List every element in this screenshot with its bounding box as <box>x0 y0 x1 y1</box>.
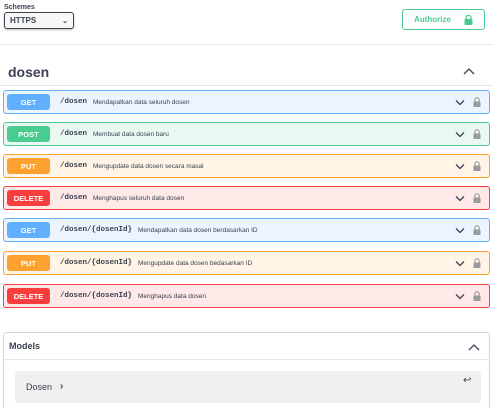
model-name: Dosen <box>26 382 53 392</box>
chevron-right-icon[interactable]: › <box>60 381 63 392</box>
operation-get-dosen-by-id[interactable]: GET /dosen/{dosenId} Mendapatkan data do… <box>3 218 490 242</box>
lock-icon[interactable] <box>473 161 481 171</box>
tag-dosen-header[interactable]: dosen <box>0 56 493 86</box>
method-badge: DELETE <box>7 288 50 304</box>
method-badge: DELETE <box>7 190 50 206</box>
operation-delete-dosen[interactable]: DELETE /dosen Menghapus seluruh data dos… <box>3 186 490 210</box>
operation-summary: Mendapatkan data seluruh dosen <box>93 98 190 106</box>
method-badge: PUT <box>7 158 50 174</box>
chevron-down-icon[interactable] <box>455 130 465 139</box>
header-divider <box>0 44 493 45</box>
operation-summary: Mendapatkan data dosen berdasarkan ID <box>138 226 258 234</box>
return-arrow-icon: ↩ <box>463 375 472 386</box>
authorize-label: Authorize <box>414 15 451 24</box>
schemes-label: Schemes <box>4 4 35 11</box>
operation-path: /dosen/{dosenId} <box>60 292 133 300</box>
operation-path: /dosen <box>60 130 88 138</box>
operation-post-dosen[interactable]: POST /dosen Membuat data dosen baru <box>3 122 490 146</box>
chevron-down-icon[interactable] <box>455 194 465 203</box>
operation-get-dosen[interactable]: GET /dosen Mendapatkan data seluruh dose… <box>3 90 490 114</box>
models-section: Models Dosen › ↩ <box>3 332 490 408</box>
operation-path: /dosen/{dosenId} <box>60 259 133 267</box>
operation-put-dosen[interactable]: PUT /dosen Mengupdate data dosen secara … <box>3 154 490 178</box>
lock-icon[interactable] <box>473 129 481 139</box>
chevron-down-icon[interactable] <box>455 162 465 171</box>
lock-icon[interactable] <box>473 258 481 268</box>
schemes-selected-value: HTTPS <box>10 16 37 25</box>
chevron-down-icon: ⌄ <box>62 17 68 25</box>
operation-path: /dosen <box>60 98 88 106</box>
lock-icon[interactable] <box>473 225 481 235</box>
operation-summary: Menghapus seluruh data dosen <box>93 194 185 202</box>
chevron-up-icon[interactable] <box>468 343 480 351</box>
operation-summary: Mengupdate data dosen secara masal <box>93 162 204 170</box>
lock-icon[interactable] <box>473 97 481 107</box>
operation-summary: Menghapus data dosen <box>138 292 206 300</box>
schemes-section: Schemes HTTPS ⌄ <box>4 4 74 29</box>
method-badge: GET <box>7 222 50 238</box>
method-badge: POST <box>7 126 50 142</box>
model-item-dosen[interactable]: Dosen › ↩ <box>15 371 481 403</box>
operation-summary: Mengupdate data dosen bedasarkan ID <box>138 259 253 267</box>
chevron-down-icon[interactable] <box>455 98 465 107</box>
chevron-down-icon[interactable] <box>455 259 465 268</box>
operation-path: /dosen <box>60 194 88 202</box>
method-badge: GET <box>7 94 50 110</box>
operation-summary: Membuat data dosen baru <box>93 130 169 138</box>
chevron-down-icon[interactable] <box>455 292 465 301</box>
authorize-button[interactable]: Authorize <box>402 9 485 30</box>
operation-path: /dosen/{dosenId} <box>60 226 133 234</box>
lock-icon <box>464 14 473 25</box>
chevron-up-icon[interactable] <box>463 66 475 76</box>
lock-icon[interactable] <box>473 193 481 203</box>
chevron-down-icon[interactable] <box>455 226 465 235</box>
operation-path: /dosen <box>60 162 88 170</box>
lock-icon[interactable] <box>473 291 481 301</box>
schemes-select[interactable]: HTTPS ⌄ <box>4 12 74 29</box>
tag-title: dosen <box>8 64 50 80</box>
models-divider <box>4 359 489 360</box>
models-title[interactable]: Models <box>9 341 40 351</box>
operation-put-dosen-by-id[interactable]: PUT /dosen/{dosenId} Mengupdate data dos… <box>3 251 490 275</box>
method-badge: PUT <box>7 255 50 271</box>
operation-delete-dosen-by-id[interactable]: DELETE /dosen/{dosenId} Menghapus data d… <box>3 284 490 308</box>
